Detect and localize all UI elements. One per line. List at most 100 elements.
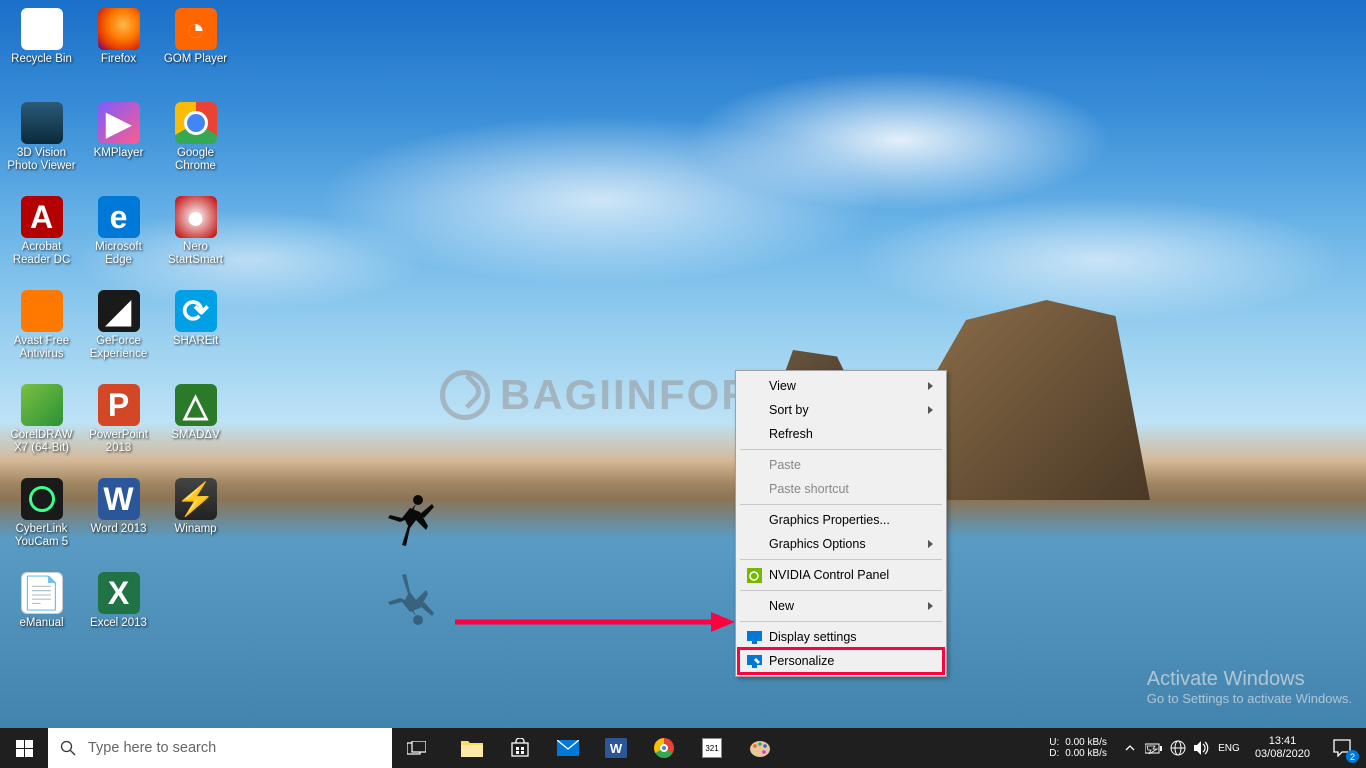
tray-network-icon[interactable]: [1167, 728, 1189, 768]
nvidia-icon: [746, 567, 762, 583]
desktop-icon[interactable]: AAcrobat Reader DC: [4, 192, 79, 284]
menu-item-label: View: [769, 379, 796, 393]
menu-item-label: Paste: [769, 458, 801, 472]
annotation-arrow: [455, 607, 735, 637]
desktop-icon[interactable]: ◔GOM Player: [158, 4, 233, 96]
menu-item[interactable]: New: [739, 594, 943, 618]
app-icon: e: [98, 196, 140, 238]
desktop-context-menu: View Sort by Refresh Paste Paste shortcut Gra…: [735, 370, 947, 677]
desktop-icon-label: GeForce Experience: [83, 335, 154, 361]
desktop-icon-label: Excel 2013: [90, 617, 147, 630]
clock-time: 13:41: [1255, 735, 1310, 748]
netspeed-indicator[interactable]: U:0.00 kB/s D:0.00 kB/s: [1041, 737, 1115, 759]
wallpaper-rock: [920, 300, 1150, 500]
app-icon: [21, 478, 63, 520]
app-icon: ▶: [98, 102, 140, 144]
taskbar-mpc-icon[interactable]: 321: [688, 728, 736, 768]
desktop-icon[interactable]: WWord 2013: [81, 474, 156, 566]
desktop-icon[interactable]: ▶KMPlayer: [81, 98, 156, 190]
app-icon: ⟳: [175, 290, 217, 332]
tray-language-icon[interactable]: ENG: [1215, 728, 1243, 768]
search-input[interactable]: Type here to search: [48, 728, 392, 768]
menu-item[interactable]: Graphics Options: [739, 532, 943, 556]
menu-item[interactable]: Display settings: [739, 625, 943, 649]
menu-item[interactable]: Refresh: [739, 422, 943, 446]
action-center-button[interactable]: 2: [1318, 728, 1366, 768]
desktop-icon-label: Microsoft Edge: [83, 241, 154, 267]
desktop-icon[interactable]: △SMADΔV: [158, 380, 233, 472]
tray-battery-icon[interactable]: [1143, 728, 1165, 768]
desktop-icon[interactable]: PPowerPoint 2013: [81, 380, 156, 472]
app-icon: ◔: [175, 8, 217, 50]
taskbar-file-explorer-icon[interactable]: [448, 728, 496, 768]
app-icon: △: [175, 384, 217, 426]
menu-item[interactable]: Graphics Properties...: [739, 508, 943, 532]
app-icon: X: [98, 572, 140, 614]
menu-separator: [740, 504, 942, 505]
task-view-button[interactable]: [392, 728, 440, 768]
desktop-icon-label: Google Chrome: [160, 147, 231, 173]
app-icon: P: [98, 384, 140, 426]
tray-chevron-icon[interactable]: [1119, 728, 1141, 768]
taskbar-clock[interactable]: 13:41 03/08/2020: [1247, 735, 1318, 761]
taskbar-mail-icon[interactable]: [544, 728, 592, 768]
desktop-icon-label: CorelDRAW X7 (64-Bit): [6, 429, 77, 455]
menu-item-label: NVIDIA Control Panel: [769, 568, 889, 582]
menu-item[interactable]: Sort by: [739, 398, 943, 422]
app-icon: 📄: [21, 572, 63, 614]
personalize-icon: [746, 653, 762, 669]
desktop-icon[interactable]: ⟳ SHAREit: [158, 286, 233, 378]
taskbar-app-icons: W 321: [448, 728, 784, 768]
menu-item[interactable]: Personalize: [739, 649, 943, 673]
app-icon: ●: [175, 196, 217, 238]
desktop-icon-label: CyberLink YouCam 5: [6, 523, 77, 549]
menu-item: Paste: [739, 453, 943, 477]
menu-item-label: New: [769, 599, 794, 613]
menu-item[interactable]: View: [739, 374, 943, 398]
menu-item[interactable]: NVIDIA Control Panel: [739, 563, 943, 587]
desktop-icon[interactable]: ◢GeForce Experience: [81, 286, 156, 378]
taskbar: Type here to search W 321 U:0.00 kB/s D:…: [0, 728, 1366, 768]
app-icon: [175, 102, 217, 144]
desktop-icon[interactable]: CorelDRAW X7 (64-Bit): [4, 380, 79, 472]
app-icon: ⚡: [175, 478, 217, 520]
desktop-icon-label: SHAREit: [173, 335, 218, 348]
desktop-icon[interactable]: Firefox: [81, 4, 156, 96]
app-icon: [21, 384, 63, 426]
desktop-icon-label: 3D Vision Photo Viewer: [6, 147, 77, 173]
taskbar-chrome-icon[interactable]: [640, 728, 688, 768]
desktop-icon[interactable]: Google Chrome: [158, 98, 233, 190]
menu-item-label: Display settings: [769, 630, 857, 644]
desktop-icon-label: Nero StartSmart: [160, 241, 231, 267]
desktop-icon[interactable]: e Microsoft Edge: [81, 192, 156, 284]
clock-date: 03/08/2020: [1255, 748, 1310, 761]
start-button[interactable]: [0, 728, 48, 768]
app-icon: [21, 290, 63, 332]
wallpaper-runner: [380, 490, 440, 560]
menu-item-label: Graphics Properties...: [769, 513, 890, 527]
action-center-badge: 2: [1346, 750, 1359, 763]
desktop-icon-label: Avast Free Antivirus: [6, 335, 77, 361]
search-placeholder: Type here to search: [88, 740, 216, 756]
taskbar-paint-icon[interactable]: [736, 728, 784, 768]
desktop-icon[interactable]: Avast Free Antivirus: [4, 286, 79, 378]
desktop-icon[interactable]: ● Nero StartSmart: [158, 192, 233, 284]
desktop-icon-label: Word 2013: [90, 523, 146, 536]
watermark-icon: [440, 370, 490, 420]
desktop-icon[interactable]: CyberLink YouCam 5: [4, 474, 79, 566]
activate-heading: Activate Windows: [1147, 668, 1352, 691]
desktop-icon-label: Winamp: [174, 523, 216, 536]
desktop-icon[interactable]: ⚡ Winamp: [158, 474, 233, 566]
menu-item-label: Sort by: [769, 403, 809, 417]
desktop-icon[interactable]: 📄eManual: [4, 568, 79, 660]
tray-volume-icon[interactable]: [1191, 728, 1213, 768]
desktop-icon[interactable]: 3D Vision Photo Viewer: [4, 98, 79, 190]
taskbar-word-icon[interactable]: W: [592, 728, 640, 768]
desktop-icon[interactable]: X Excel 2013: [81, 568, 156, 660]
search-icon: [60, 740, 76, 756]
menu-item-label: Paste shortcut: [769, 482, 849, 496]
taskbar-store-icon[interactable]: [496, 728, 544, 768]
menu-item-label: Personalize: [769, 654, 834, 668]
activate-sub: Go to Settings to activate Windows.: [1147, 691, 1352, 706]
desktop-icon[interactable]: 🗑Recycle Bin: [4, 4, 79, 96]
